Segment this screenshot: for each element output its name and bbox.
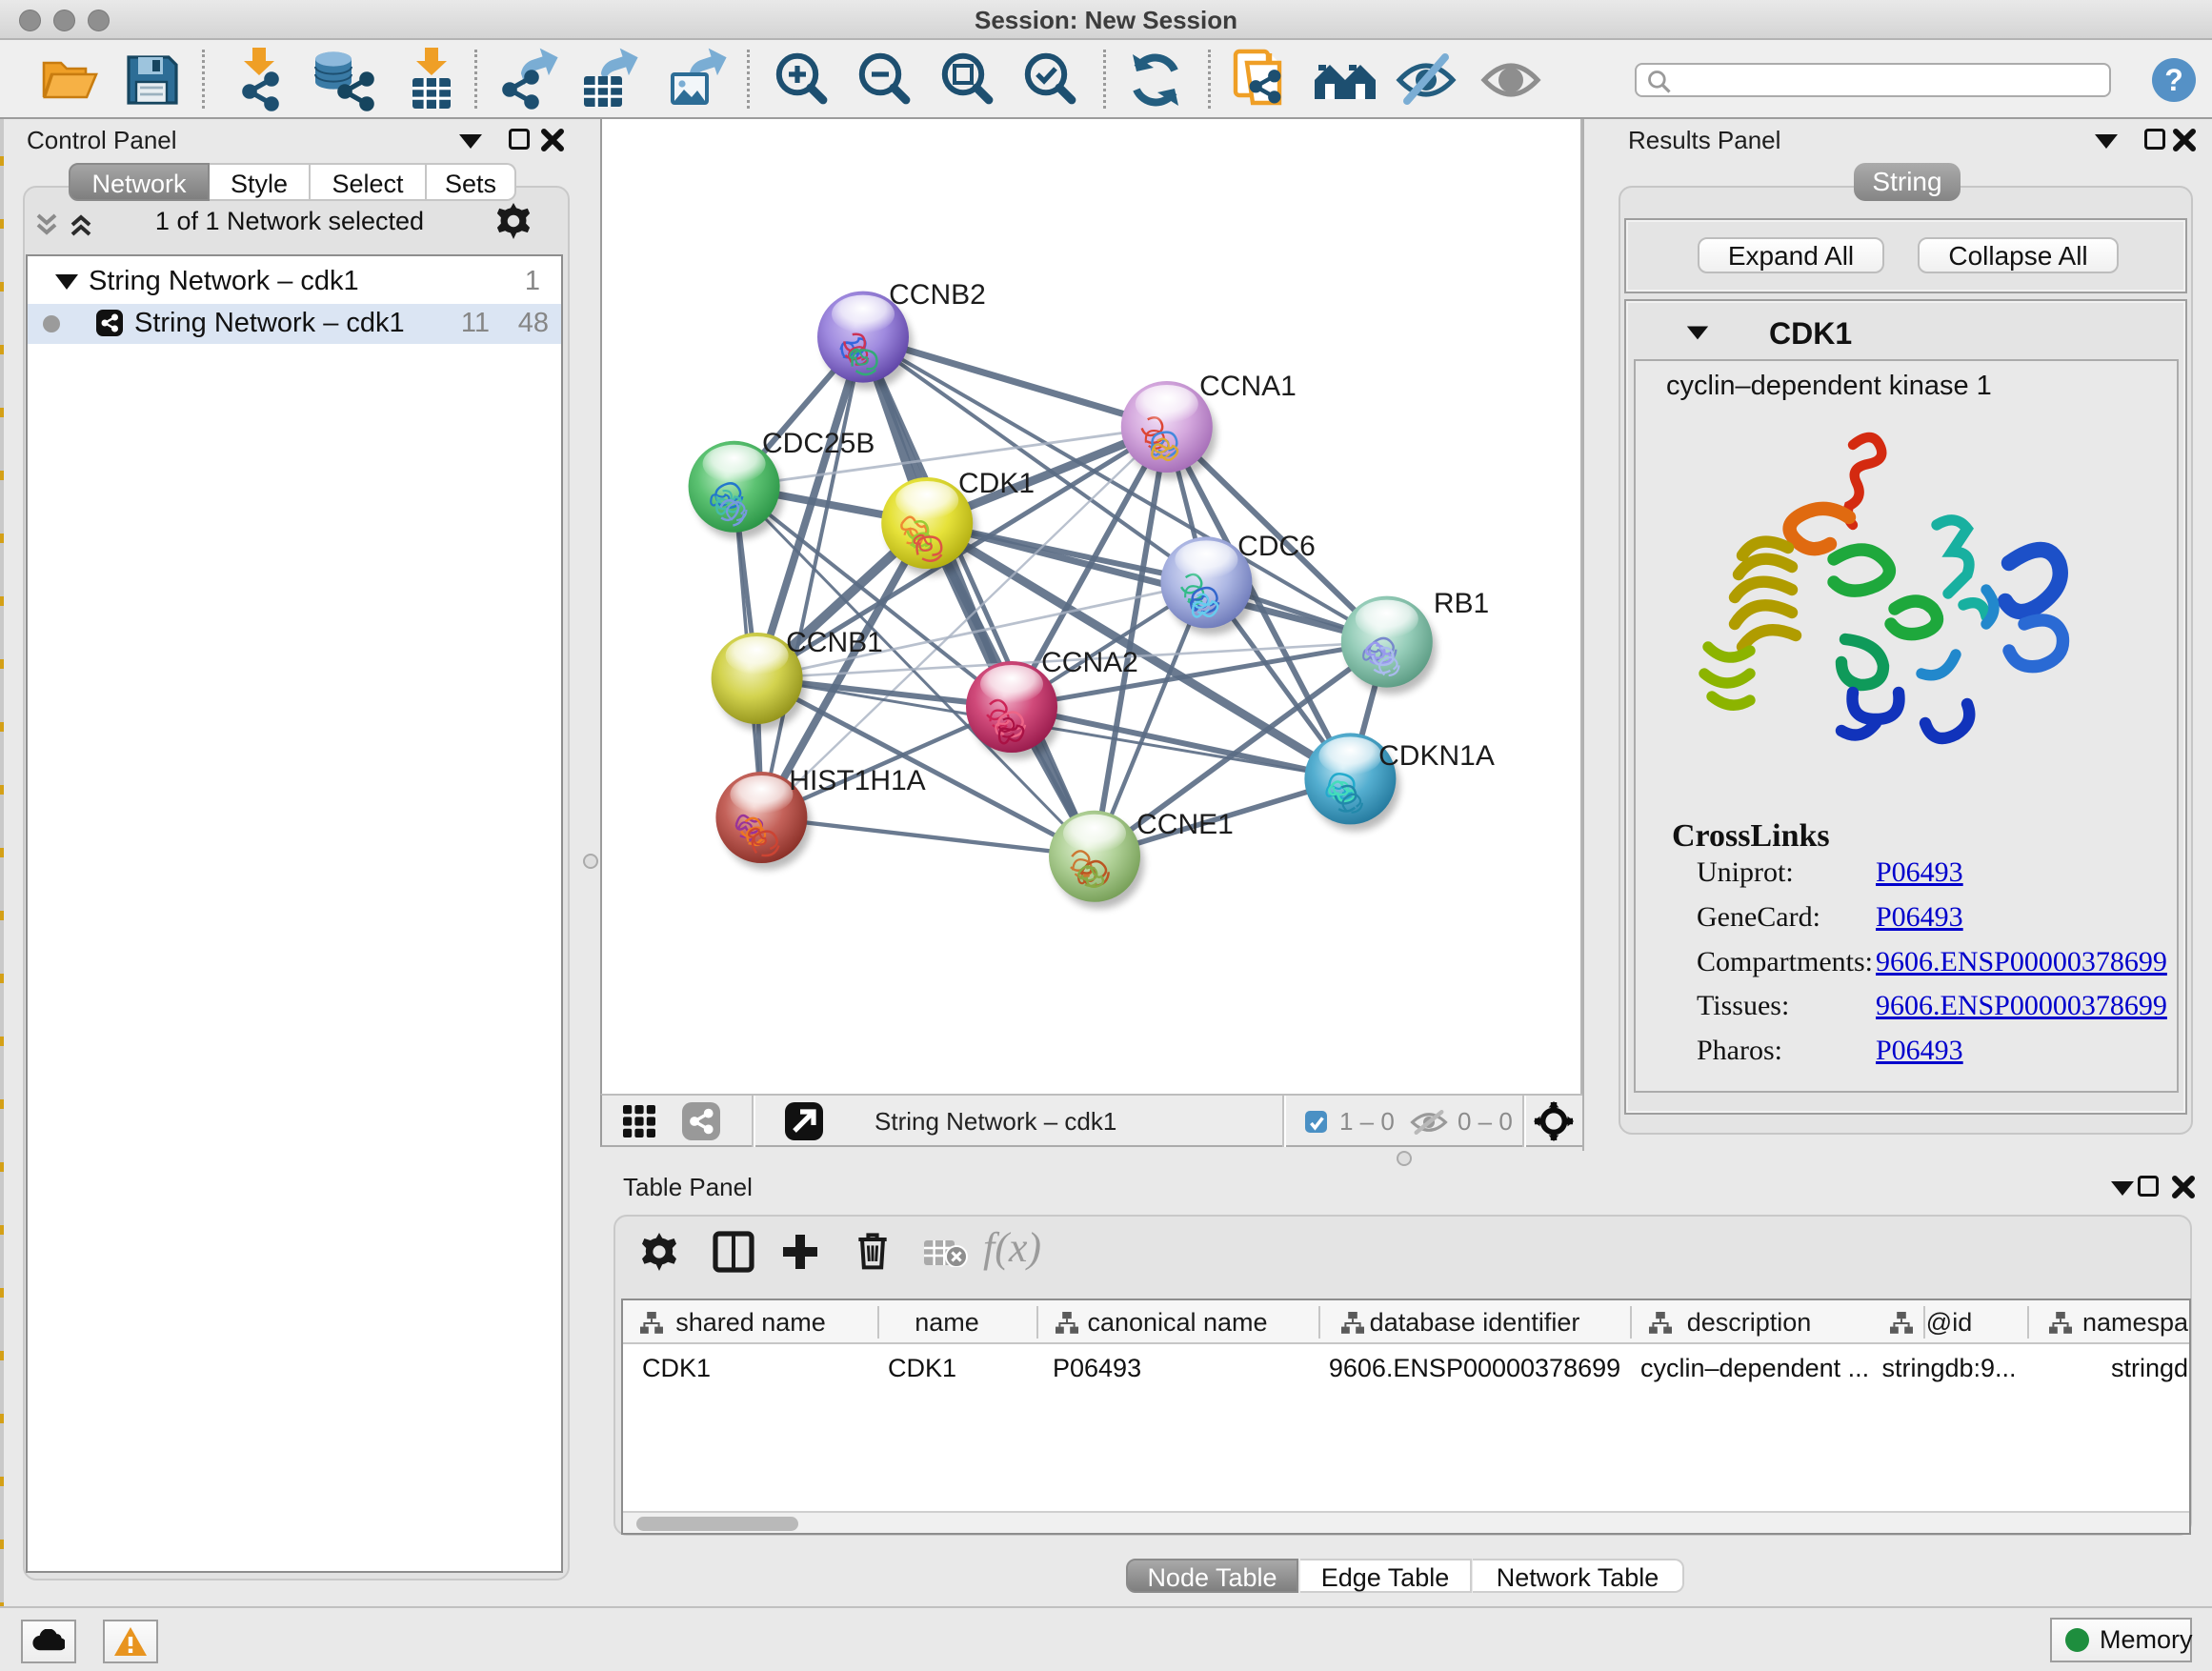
svg-text:RB1: RB1 — [1434, 588, 1489, 619]
svg-text:CCNB1: CCNB1 — [786, 627, 883, 658]
svg-text:CDC6: CDC6 — [1237, 531, 1316, 562]
svg-text:CDC25B: CDC25B — [762, 428, 875, 459]
svg-text:CDK1: CDK1 — [958, 468, 1035, 499]
svg-text:HIST1H1A: HIST1H1A — [789, 765, 925, 796]
svg-text:CCNB2: CCNB2 — [889, 279, 986, 311]
svg-text:?: ? — [2164, 63, 2183, 97]
svg-text:CCNA1: CCNA1 — [1199, 371, 1297, 402]
svg-text:CDKN1A: CDKN1A — [1378, 740, 1495, 772]
svg-text:CCNA2: CCNA2 — [1041, 647, 1138, 678]
svg-text:CCNE1: CCNE1 — [1136, 809, 1234, 840]
